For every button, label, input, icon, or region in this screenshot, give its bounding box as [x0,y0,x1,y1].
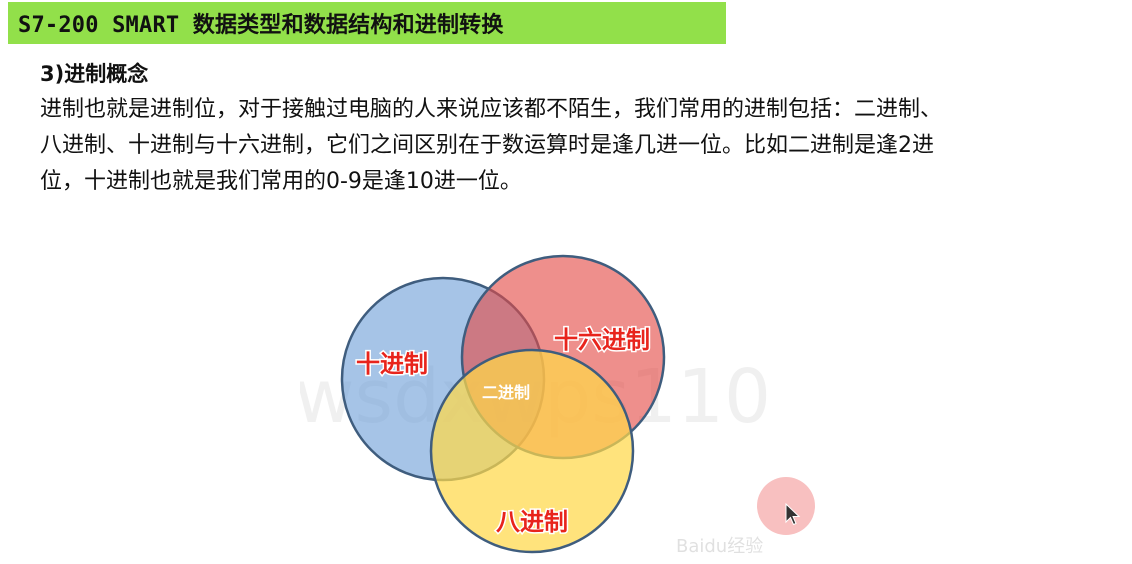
baidu-logo: Baidu经验 [676,536,763,557]
body-paragraph: 进制也就是进制位，对于接触过电脑的人来说应该都不陌生，我们常用的进制包括：二进制… [40,92,1132,200]
title-bar: S7-200 SMART 数据类型和数据结构和进制转换 [8,2,726,44]
octal-label: 八进制 [496,508,568,536]
section-heading: 3)进制概念 [40,62,149,86]
mouse-pointer-icon [785,503,801,526]
venn-diagram: wsdxwps110 十进制 十六进制 八进制 二进制 Baidu经验 [300,254,771,557]
body-line: 位，十进制也就是我们常用的0-9是逢10进一位。 [40,169,522,194]
decimal-label: 十进制 [356,350,428,378]
body-line: 八进制、十进制与十六进制，它们之间区别在于数运算时是逢几进一位。比如二进制是逢2… [40,133,935,158]
binary-label: 二进制 [482,383,530,402]
hexadecimal-label: 十六进制 [554,326,650,354]
page-title: S7-200 SMART 数据类型和数据结构和进制转换 [18,13,504,38]
body-line: 进制也就是进制位，对于接触过电脑的人来说应该都不陌生，我们常用的进制包括：二进制… [40,97,943,122]
